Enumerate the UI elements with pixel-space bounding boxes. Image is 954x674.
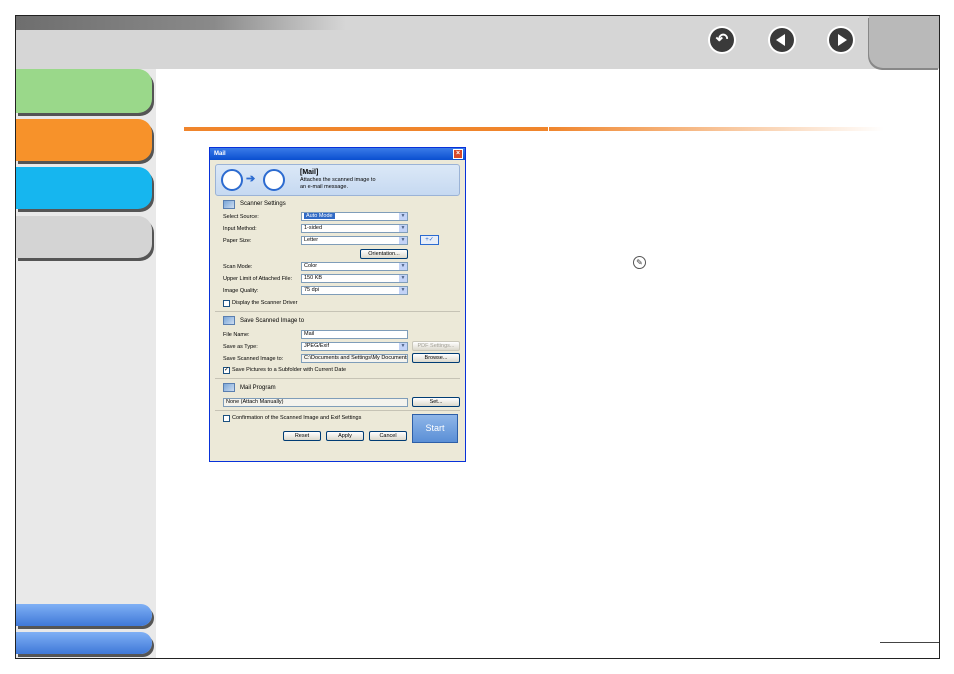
separator xyxy=(215,410,460,411)
pdf-settings-button[interactable]: PDF Settings... xyxy=(412,341,460,351)
nav-tab-gray[interactable] xyxy=(16,216,152,258)
previous-button[interactable] xyxy=(768,26,796,54)
section-rule xyxy=(184,127,548,131)
select-source-combo[interactable]: Auto Mode ▼ xyxy=(301,212,408,221)
paper-size-combo[interactable]: Letter ▼ xyxy=(301,236,408,245)
scanner-icon xyxy=(221,169,243,191)
dialog-title-bar: Mail × xyxy=(210,148,465,160)
top-bar-stripe xyxy=(16,16,346,30)
confirmation-checkbox[interactable] xyxy=(223,415,230,422)
display-driver-checkbox[interactable] xyxy=(223,300,230,307)
paper-size-value: Letter xyxy=(304,237,319,243)
mail-program-title: Mail Program xyxy=(240,385,276,391)
input-method-combo[interactable]: 1-sided ▼ xyxy=(301,224,408,233)
select-source-value: Auto Mode xyxy=(304,213,335,219)
close-button[interactable]: × xyxy=(453,149,463,159)
separator xyxy=(215,311,460,312)
save-image-title: Save Scanned Image to xyxy=(240,318,305,324)
mail-program-field: None (Attach Manually) xyxy=(223,398,408,407)
chevron-right-icon xyxy=(829,28,853,52)
folder-icon xyxy=(223,316,235,325)
check-icon: ✓ xyxy=(224,367,230,373)
corner-tab[interactable] xyxy=(869,16,939,68)
input-method-value: 1-sided xyxy=(304,225,323,231)
image-quality-value: 75 dpi xyxy=(304,287,319,293)
scanner-settings-icon xyxy=(223,200,235,209)
scanner-settings-title: Scanner Settings xyxy=(240,201,286,207)
select-source-label: Select Source: xyxy=(223,214,259,220)
display-driver-label: Display the Scanner Driver xyxy=(232,300,298,306)
nav-tab-green[interactable] xyxy=(16,69,152,113)
mail-program-icon xyxy=(223,383,235,392)
chevron-down-icon: ▼ xyxy=(399,287,407,294)
upper-limit-combo[interactable]: 150 KB ▼ xyxy=(301,274,408,283)
orientation-button[interactable]: Orientation... xyxy=(360,249,408,259)
left-navigation xyxy=(16,69,156,658)
subfolder-label: Save Pictures to a Subfolder with Curren… xyxy=(232,367,347,373)
save-type-combo[interactable]: JPEG/Exif ▼ xyxy=(301,342,408,351)
header-title: [Mail] xyxy=(300,169,319,176)
nav-tab-cyan[interactable] xyxy=(16,167,152,209)
chevron-down-icon: ▼ xyxy=(399,263,407,270)
chevron-down-icon: ▼ xyxy=(399,237,407,244)
next-button[interactable] xyxy=(827,26,855,54)
set-button[interactable]: Set... xyxy=(412,397,460,407)
header-description: Attaches the scanned image to an e-mail … xyxy=(300,177,376,190)
save-type-label: Save as Type: xyxy=(223,344,258,350)
nav-tab-blue-2[interactable] xyxy=(16,632,152,654)
nav-tab-blue-1[interactable] xyxy=(16,604,152,626)
arrow-right-icon: ➔ xyxy=(246,173,256,185)
apply-button[interactable]: Apply xyxy=(326,431,364,441)
save-to-path[interactable]: C:\Documents and Settings\My Documents xyxy=(301,354,408,363)
top-bar: ↶ xyxy=(16,16,939,69)
upper-limit-value: 150 KB xyxy=(304,275,323,281)
dialog-header-panel: ➔ [Mail] Attaches the scanned image to a… xyxy=(215,164,460,196)
dialog-title: Mail xyxy=(214,151,226,157)
reset-button[interactable]: Reset xyxy=(283,431,321,441)
save-type-value: JPEG/Exif xyxy=(304,343,330,349)
mail-icon xyxy=(263,169,285,191)
paper-size-label: Paper Size: xyxy=(223,238,252,244)
separator xyxy=(215,378,460,379)
chevron-down-icon: ▼ xyxy=(399,275,407,282)
file-name-input[interactable]: Mail xyxy=(301,330,408,339)
image-quality-label: Image Quality: xyxy=(223,288,259,294)
section-rule-fade xyxy=(549,127,884,131)
file-name-label: File Name: xyxy=(223,332,250,338)
input-method-label: Input Method: xyxy=(223,226,257,232)
subfolder-checkbox[interactable]: ✓ xyxy=(223,367,230,374)
chevron-down-icon: ▼ xyxy=(399,343,407,350)
scan-mode-combo[interactable]: Color ▼ xyxy=(301,262,408,271)
mail-dialog: Mail × ➔ [Mail] Attaches the scanned ima… xyxy=(209,147,466,462)
browse-button[interactable]: Browse... xyxy=(412,353,460,363)
chevron-down-icon: ▼ xyxy=(399,213,407,220)
scan-mode-value: Color xyxy=(304,263,318,269)
orientation-icon: +✓ xyxy=(420,235,439,245)
page-frame: ↶ ✎ Mail × ➔ [Mail] Attaches the scanned… xyxy=(15,15,940,659)
note-icon: ✎ xyxy=(633,256,646,269)
confirmation-label: Confirmation of the Scanned Image and Ex… xyxy=(232,415,362,421)
scan-mode-label: Scan Mode: xyxy=(223,264,253,270)
cancel-button[interactable]: Cancel xyxy=(369,431,407,441)
start-button[interactable]: Start xyxy=(412,414,458,443)
save-to-label: Save Scanned Image to: xyxy=(223,356,284,362)
footer-rule xyxy=(880,642,939,643)
chevron-left-icon xyxy=(770,28,794,52)
back-button[interactable]: ↶ xyxy=(708,26,736,54)
upper-limit-label: Upper Limit of Attached File: xyxy=(223,276,293,282)
nav-tab-orange[interactable] xyxy=(16,119,152,161)
chevron-down-icon: ▼ xyxy=(399,225,407,232)
image-quality-combo[interactable]: 75 dpi ▼ xyxy=(301,286,408,295)
return-arrow-icon: ↶ xyxy=(710,28,734,52)
